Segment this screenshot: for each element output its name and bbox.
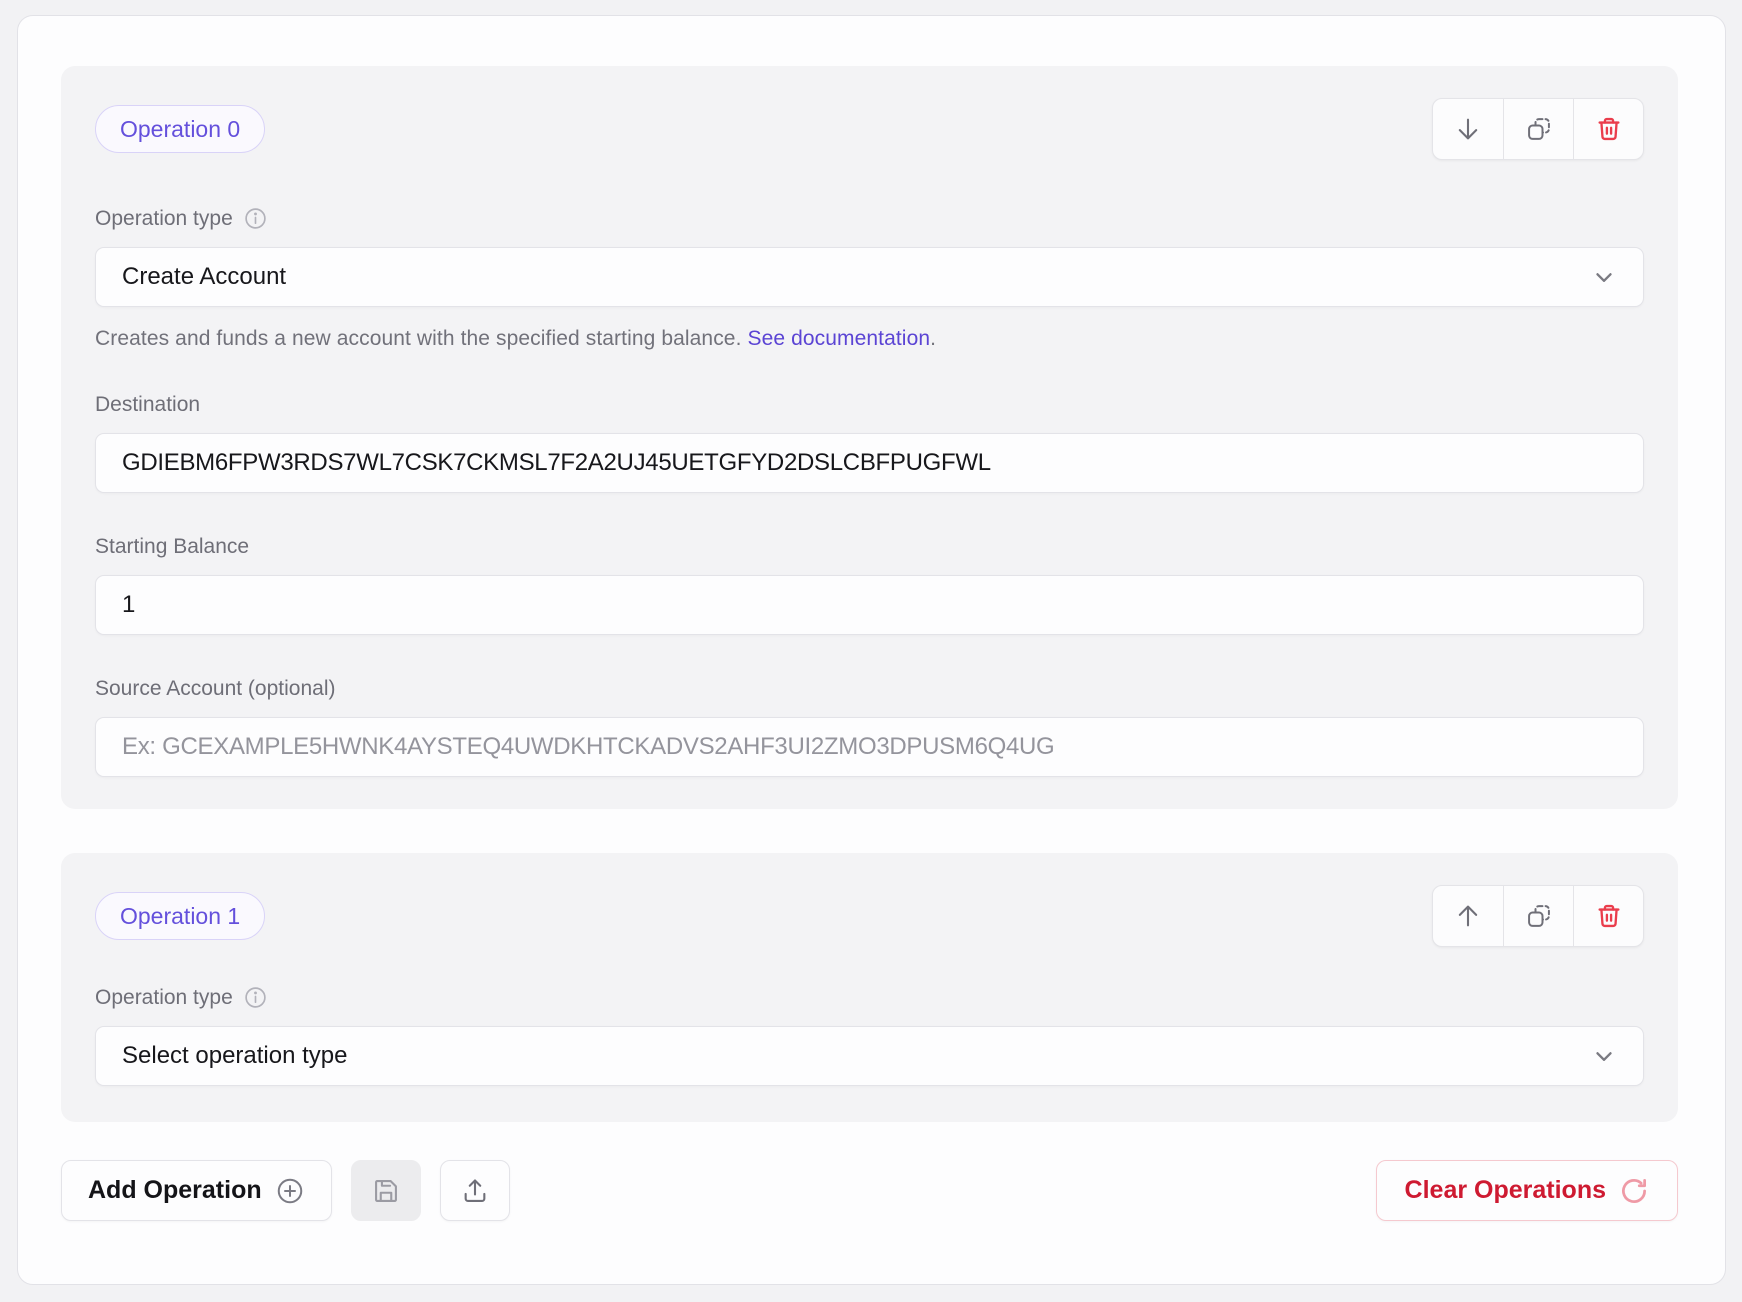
clear-operations-label: Clear Operations: [1405, 1176, 1606, 1205]
chevron-down-icon: [1591, 264, 1617, 290]
see-documentation-link[interactable]: See documentation: [747, 327, 930, 350]
operation-type-label: Operation type: [95, 986, 233, 1010]
operation-1-header: Operation 1: [95, 885, 1644, 947]
info-icon[interactable]: [243, 985, 268, 1010]
move-up-button[interactable]: [1433, 886, 1503, 946]
destination-label: Destination: [95, 393, 200, 417]
copy-icon: [1525, 902, 1553, 930]
operation-description-text: Creates and funds a new account with the…: [95, 327, 747, 350]
delete-operation-button[interactable]: [1573, 99, 1643, 159]
operation-type-label: Operation type: [95, 207, 233, 231]
operation-1-card: Operation 1: [61, 853, 1678, 1122]
delete-operation-button[interactable]: [1573, 886, 1643, 946]
starting-balance-label: Starting Balance: [95, 535, 249, 559]
operation-0-card: Operation 0: [61, 66, 1678, 809]
source-account-input[interactable]: [95, 717, 1644, 777]
footer-left-actions: Add Operation: [61, 1160, 510, 1221]
export-operations-button[interactable]: [440, 1160, 510, 1221]
save-operations-button[interactable]: [351, 1160, 421, 1221]
operation-type-select-value: Create Account: [122, 263, 286, 291]
operation-type-select[interactable]: Create Account: [95, 247, 1644, 307]
operations-footer: Add Operation: [61, 1160, 1678, 1221]
operation-type-label-row: Operation type: [95, 206, 1644, 231]
operation-1-badge: Operation 1: [95, 892, 265, 940]
trash-icon: [1595, 115, 1623, 143]
source-account-label: Source Account (optional): [95, 677, 335, 701]
plus-circle-icon: [275, 1176, 305, 1206]
info-icon[interactable]: [243, 206, 268, 231]
copy-icon: [1525, 115, 1553, 143]
move-down-button[interactable]: [1433, 99, 1503, 159]
upload-icon: [461, 1177, 489, 1205]
arrow-down-icon: [1454, 115, 1482, 143]
operation-0-actions: [1432, 98, 1644, 160]
refresh-icon: [1619, 1176, 1649, 1206]
starting-balance-input[interactable]: [95, 575, 1644, 635]
operation-description-suffix: .: [930, 327, 936, 350]
operation-type-select[interactable]: Select operation type: [95, 1026, 1644, 1086]
operation-description: Creates and funds a new account with the…: [95, 327, 1644, 351]
operation-1-actions: [1432, 885, 1644, 947]
add-operation-button[interactable]: Add Operation: [61, 1160, 332, 1221]
transaction-operations-panel: Operation 0: [17, 15, 1726, 1285]
save-icon: [372, 1177, 400, 1205]
source-account-field-group: Source Account (optional): [95, 677, 1644, 777]
duplicate-operation-button[interactable]: [1503, 886, 1573, 946]
duplicate-operation-button[interactable]: [1503, 99, 1573, 159]
operation-0-header: Operation 0: [95, 98, 1644, 160]
add-operation-label: Add Operation: [88, 1176, 262, 1205]
operation-type-select-value: Select operation type: [122, 1042, 347, 1070]
destination-input[interactable]: [95, 433, 1644, 493]
destination-field-group: Destination: [95, 393, 1644, 493]
chevron-down-icon: [1591, 1043, 1617, 1069]
starting-balance-field-group: Starting Balance: [95, 535, 1644, 635]
operation-type-label-row: Operation type: [95, 985, 1644, 1010]
arrow-up-icon: [1454, 902, 1482, 930]
trash-icon: [1595, 902, 1623, 930]
operation-0-badge: Operation 0: [95, 105, 265, 153]
clear-operations-button[interactable]: Clear Operations: [1376, 1160, 1678, 1221]
